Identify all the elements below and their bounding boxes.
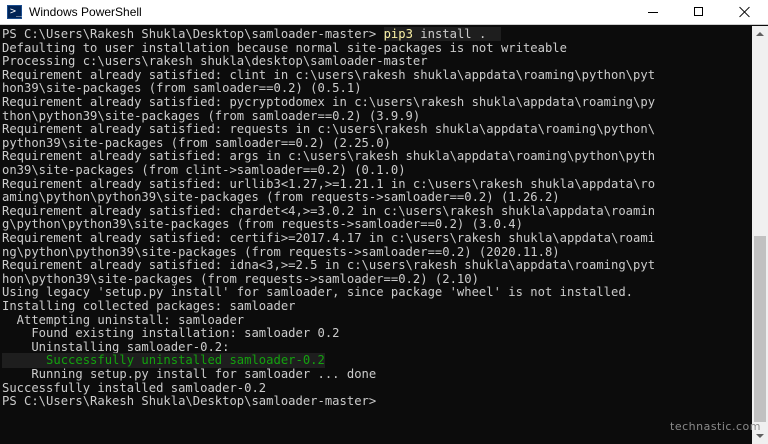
powershell-icon[interactable]: >_: [7, 5, 22, 19]
watermark: technastic.com: [670, 420, 761, 433]
vertical-scrollbar[interactable]: [752, 26, 768, 444]
minimize-button[interactable]: [630, 0, 676, 25]
maximize-icon: [694, 7, 703, 16]
minimize-icon: [648, 12, 658, 13]
console-line-final-prompt: PS C:\Users\Rakesh Shukla\Desktop\samloa…: [2, 394, 377, 409]
window-title: Windows PowerShell: [29, 5, 142, 19]
close-icon: [739, 6, 751, 18]
title-bar[interactable]: >_ Windows PowerShell: [0, 0, 768, 25]
command-name: pip3: [383, 27, 413, 41]
scroll-up-icon[interactable]: [752, 26, 768, 42]
prompt-text: PS C:\Users\Rakesh Shukla\Desktop\samloa…: [2, 27, 377, 41]
maximize-button[interactable]: [676, 0, 722, 25]
powershell-window: >_ Windows PowerShell PS C:\Users\Rakesh…: [0, 0, 768, 444]
command-args: install .: [420, 27, 487, 41]
console-output[interactable]: PS C:\Users\Rakesh Shukla\Desktop\samloa…: [0, 26, 752, 444]
close-button[interactable]: [722, 0, 768, 25]
scrollbar-thumb[interactable]: [754, 236, 766, 422]
